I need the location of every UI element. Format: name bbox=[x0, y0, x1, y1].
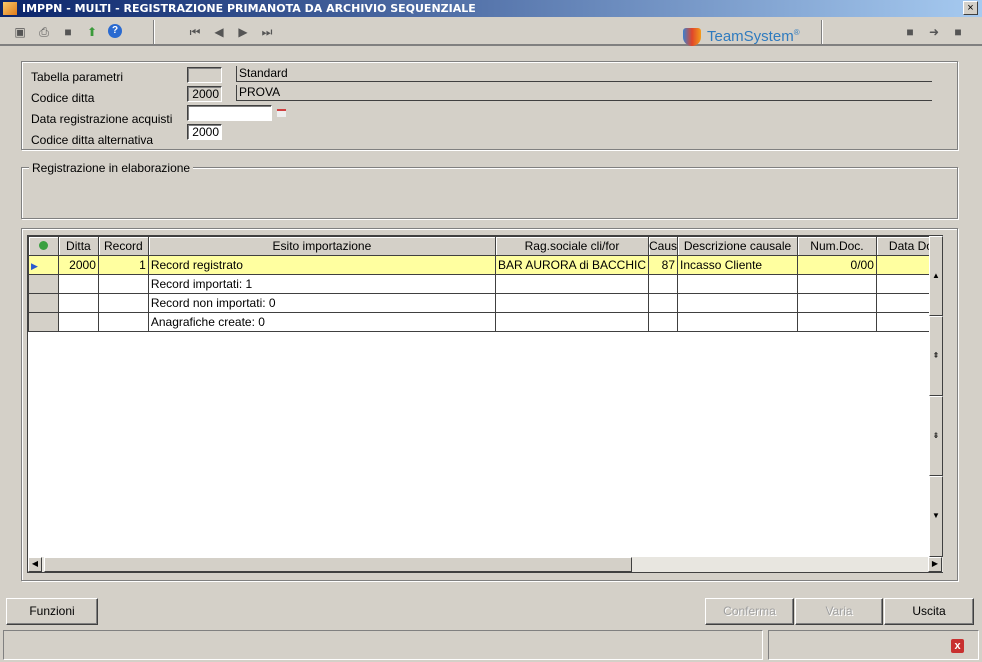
codice-ditta-alternativa-label: Codice ditta alternativa bbox=[31, 133, 154, 147]
scroll-up-button[interactable]: ▲ bbox=[929, 236, 943, 316]
cell-num-doc[interactable] bbox=[797, 312, 877, 332]
data-registrazione-label: Data registrazione acquisti bbox=[31, 112, 173, 126]
first-record-icon[interactable]: ⏮ bbox=[187, 24, 203, 40]
cell-num-doc[interactable] bbox=[797, 293, 877, 313]
row-indicator[interactable] bbox=[28, 312, 59, 332]
window-title: IMPPN - MULTI - REGISTRAZIONE PRIMANOTA … bbox=[22, 2, 476, 15]
horizontal-scroll-thumb[interactable] bbox=[44, 557, 632, 572]
tabella-parametri-code[interactable] bbox=[187, 67, 222, 83]
row-indicator[interactable] bbox=[28, 293, 59, 313]
table-row[interactable]: ▶ 2000 1 Record registrato BAR AURORA di… bbox=[28, 255, 943, 275]
varia-button[interactable]: Varia bbox=[795, 598, 883, 625]
cell-esito[interactable]: Record non importati: 0 bbox=[147, 293, 496, 313]
cell-descrizione[interactable] bbox=[677, 293, 798, 313]
app-icon bbox=[3, 2, 17, 15]
conferma-button[interactable]: Conferma bbox=[705, 598, 794, 625]
cell-ditta[interactable] bbox=[57, 312, 99, 332]
table-row[interactable]: Anagrafiche create: 0 bbox=[28, 312, 943, 332]
cell-rag-sociale[interactable] bbox=[494, 274, 650, 294]
cell-rag-sociale[interactable] bbox=[494, 293, 650, 313]
help-icon[interactable]: ? bbox=[108, 24, 122, 38]
column-header[interactable]: Record bbox=[97, 236, 149, 256]
cell-record[interactable] bbox=[97, 312, 149, 332]
cell-record[interactable] bbox=[97, 274, 149, 294]
column-header[interactable]: Rag.sociale cli/for bbox=[494, 236, 650, 256]
tabella-parametri-label: Tabella parametri bbox=[31, 70, 124, 84]
toolbar: ▣ ⎙ ■ ⬆ ? ⏮ ◀ ▶ ⏭ TeamSystem® ■ ➜ ■ bbox=[0, 17, 982, 47]
toolbar-separator bbox=[821, 20, 823, 44]
codice-ditta-alternativa-input[interactable]: 2000 bbox=[187, 124, 222, 140]
title-bar: IMPPN - MULTI - REGISTRAZIONE PRIMANOTA … bbox=[0, 0, 982, 17]
cell-record[interactable] bbox=[97, 293, 149, 313]
document-icon[interactable]: ■ bbox=[902, 24, 918, 40]
results-table: Ditta Record Esito importazione Rag.soci… bbox=[28, 236, 943, 332]
codice-ditta-description: PROVA bbox=[236, 85, 932, 101]
column-header[interactable]: Descrizione causale bbox=[677, 236, 798, 256]
cell-esito[interactable]: Record importati: 1 bbox=[147, 274, 496, 294]
last-record-icon[interactable]: ⏭ bbox=[259, 24, 275, 40]
calendar-icon[interactable] bbox=[277, 109, 286, 117]
cell-descrizione[interactable] bbox=[677, 274, 798, 294]
cell-esito[interactable]: Record registrato bbox=[147, 255, 496, 275]
scroll-right-button[interactable]: ▶ bbox=[928, 557, 942, 572]
cell-num-doc[interactable] bbox=[797, 274, 877, 294]
uscita-button[interactable]: Uscita bbox=[884, 598, 974, 625]
status-dot-icon bbox=[38, 241, 48, 250]
grid-header: Ditta Record Esito importazione Rag.soci… bbox=[28, 236, 943, 256]
scroll-page-up-button[interactable]: ⇞ bbox=[929, 316, 943, 396]
vertical-scrollbar[interactable]: ▲ ⇞ ⇟ ▼ bbox=[929, 236, 943, 557]
cell-causale[interactable] bbox=[648, 293, 679, 313]
import-icon[interactable]: ⬆ bbox=[84, 24, 100, 40]
tabella-parametri-description: Standard bbox=[236, 66, 932, 82]
data-registrazione-input[interactable] bbox=[187, 105, 272, 121]
codice-ditta-label: Codice ditta bbox=[31, 91, 95, 105]
cell-causale[interactable] bbox=[648, 312, 679, 332]
previous-record-icon[interactable]: ◀ bbox=[211, 24, 227, 40]
horizontal-scrollbar[interactable]: ◀ ▶ bbox=[28, 557, 943, 572]
column-header[interactable]: Num.Doc. bbox=[797, 236, 877, 256]
cell-rag-sociale[interactable] bbox=[494, 312, 650, 332]
elaborazione-title: Registrazione in elaborazione bbox=[29, 161, 194, 175]
next-record-icon[interactable]: ▶ bbox=[235, 24, 251, 40]
results-grid: Ditta Record Esito importazione Rag.soci… bbox=[27, 235, 943, 573]
toolbar-separator bbox=[153, 20, 155, 44]
scroll-down-button[interactable]: ▼ bbox=[929, 476, 943, 557]
codice-ditta-code[interactable]: 2000 bbox=[187, 86, 222, 102]
status-bar-message bbox=[3, 630, 763, 660]
cell-esito[interactable]: Anagrafiche create: 0 bbox=[147, 312, 496, 332]
row-indicator[interactable] bbox=[28, 274, 59, 294]
export-icon[interactable]: ■ bbox=[60, 24, 76, 40]
forward-icon[interactable]: ➜ bbox=[926, 24, 942, 40]
column-header[interactable]: Ditta bbox=[57, 236, 99, 256]
preview-icon[interactable]: ▣ bbox=[12, 24, 28, 40]
cell-record[interactable]: 1 bbox=[97, 255, 149, 275]
page-icon[interactable]: ■ bbox=[950, 24, 966, 40]
scroll-page-down-button[interactable]: ⇟ bbox=[929, 396, 943, 476]
cell-causale[interactable] bbox=[648, 274, 679, 294]
row-status-header bbox=[28, 236, 59, 256]
cell-ditta[interactable]: 2000 bbox=[57, 255, 99, 275]
cell-num-doc[interactable]: 0/00 bbox=[797, 255, 877, 275]
print-icon[interactable]: ⎙ bbox=[36, 24, 52, 40]
column-header[interactable]: Caus bbox=[648, 236, 679, 256]
teamsystem-logo: TeamSystem® bbox=[683, 23, 800, 47]
cell-descrizione[interactable]: Incasso Cliente bbox=[677, 255, 798, 275]
status-bar-right: x bbox=[768, 630, 979, 660]
scroll-left-button[interactable]: ◀ bbox=[28, 557, 42, 572]
funzioni-button[interactable]: Funzioni bbox=[6, 598, 98, 625]
parameters-panel: Tabella parametri Standard Codice ditta … bbox=[21, 61, 958, 150]
cell-ditta[interactable] bbox=[57, 293, 99, 313]
table-row[interactable]: Record non importati: 0 bbox=[28, 293, 943, 313]
row-indicator[interactable]: ▶ bbox=[28, 255, 59, 275]
cell-causale[interactable]: 87 bbox=[648, 255, 679, 275]
error-icon[interactable]: x bbox=[951, 639, 964, 653]
cell-descrizione[interactable] bbox=[677, 312, 798, 332]
cell-rag-sociale[interactable]: BAR AURORA di BACCHIC bbox=[494, 255, 650, 275]
column-header[interactable]: Esito importazione bbox=[147, 236, 496, 256]
cell-ditta[interactable] bbox=[57, 274, 99, 294]
current-row-icon: ▶ bbox=[31, 261, 38, 271]
table-row[interactable]: Record importati: 1 bbox=[28, 274, 943, 294]
close-window-button[interactable]: × bbox=[963, 1, 978, 15]
